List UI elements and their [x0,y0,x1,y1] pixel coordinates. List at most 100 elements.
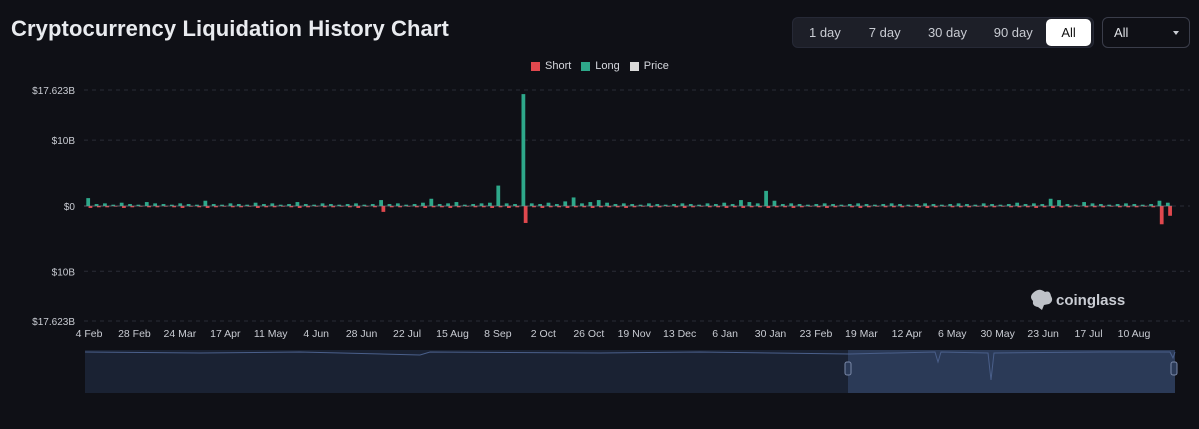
x-tick-label: 4 Feb [76,328,103,340]
long-bar[interactable] [755,203,760,206]
long-bar[interactable] [546,202,551,206]
x-tick-label: 15 Aug [436,328,469,340]
long-bar[interactable] [1082,202,1087,206]
navigator-left-handle[interactable] [844,361,852,376]
long-bar[interactable] [1032,203,1036,206]
long-bar[interactable] [228,203,233,206]
x-tick-label: 23 Feb [800,328,833,340]
x-tick-label: 24 Mar [164,328,197,340]
x-tick-label: 11 May [254,328,288,340]
x-tick-label: 4 Jun [303,328,329,340]
long-bar[interactable] [1124,203,1128,206]
x-tick-label: 10 Aug [1118,328,1151,340]
long-bar[interactable] [605,202,609,206]
coinglass-wordmark: coinglass [1056,292,1125,309]
long-bar[interactable] [739,200,743,206]
y-axis: $17.623B $10B $0 $10B $17.623B [32,86,75,328]
long-bar[interactable] [789,203,794,206]
long-bar[interactable] [488,202,492,206]
long-bar[interactable] [1165,202,1170,206]
long-bar[interactable] [981,203,986,206]
long-bar[interactable] [529,203,534,206]
x-tick-label: 8 Sep [484,328,512,340]
long-bar[interactable] [270,203,275,206]
long-bar[interactable] [647,203,651,206]
long-bar[interactable] [1057,200,1061,206]
long-bar[interactable] [680,203,685,206]
short-bar[interactable] [381,206,386,212]
coinglass-icon [1031,289,1053,310]
navigator-selection[interactable] [848,350,1175,393]
x-tick-label: 23 Jun [1027,328,1059,340]
y-tick-label: $0 [64,202,76,213]
long-bar[interactable] [1090,203,1095,206]
long-bar[interactable] [822,203,827,206]
long-bar[interactable] [178,203,183,206]
short-bar[interactable] [1159,206,1164,225]
x-tick-label: 28 Jun [346,328,378,340]
long-bar[interactable] [203,200,208,206]
long-bar[interactable] [504,203,509,206]
x-tick-label: 13 Dec [663,328,696,340]
long-bar[interactable] [563,201,568,206]
long-bar[interactable] [764,190,768,206]
x-axis: 4 Feb 28 Feb 24 Mar 17 Apr 11 May 4 Jun 28 Jun… [76,328,1151,340]
x-tick-label: 30 May [980,328,1015,340]
long-bar[interactable] [103,203,107,206]
long-bar[interactable] [354,203,358,206]
x-tick-label: 12 Apr [892,328,923,340]
liquidation-chart: $17.623B $10B $0 $10B $17.623B 4 Feb 28 Feb 24… [32,86,1190,393]
long-bar[interactable] [119,202,124,206]
long-bar[interactable] [253,202,258,206]
long-bar[interactable] [421,202,425,206]
long-bar[interactable] [379,200,383,206]
long-bar[interactable] [496,185,501,206]
long-bar[interactable] [521,94,526,206]
x-tick-label: 26 Oct [573,328,604,340]
long-bar[interactable] [479,203,484,206]
long-bar[interactable] [923,203,927,206]
long-bar[interactable] [1048,198,1053,206]
long-bar[interactable] [1015,202,1020,206]
long-bar[interactable] [446,203,450,206]
long-bar[interactable] [596,200,601,206]
x-tick-label: 30 Jan [755,328,787,340]
long-bar[interactable] [144,202,149,206]
range-navigator[interactable] [84,350,1178,393]
long-bar[interactable] [429,198,434,206]
long-bar[interactable] [580,203,584,206]
long-bar[interactable] [1157,200,1162,206]
long-bar[interactable] [588,202,593,206]
long-bar[interactable] [454,202,459,206]
long-bar[interactable] [856,203,861,206]
long-bar[interactable] [956,203,961,206]
y-tick-label: $17.623B [32,86,75,97]
y-tick-label: $10B [52,136,76,147]
coinglass-logo: coinglass [1031,289,1125,310]
x-tick-label: 22 Jul [393,328,421,340]
short-bar[interactable] [1168,206,1172,216]
x-tick-label: 19 Mar [845,328,878,340]
x-tick-label: 6 May [938,328,967,340]
long-bar[interactable] [889,203,894,206]
long-bar[interactable] [621,203,626,206]
long-bar[interactable] [705,203,710,206]
long-bar[interactable] [320,203,325,206]
long-bar[interactable] [747,202,752,206]
long-bar[interactable] [295,202,300,206]
x-tick-label: 6 Jan [712,328,738,340]
bars-layer [84,94,1172,225]
long-bar[interactable] [772,200,777,206]
short-bar[interactable] [523,206,528,223]
long-bar[interactable] [395,203,400,206]
long-bar[interactable] [153,203,158,206]
long-bar[interactable] [571,197,576,206]
y-tick-label: $17.623B [32,317,75,328]
y-tick-label: $10B [52,267,76,278]
x-tick-label: 17 Jul [1075,328,1103,340]
x-tick-label: 2 Oct [531,328,556,340]
navigator-right-handle[interactable] [1170,361,1178,376]
x-tick-label: 17 Apr [210,328,241,340]
long-bar[interactable] [722,202,727,206]
long-bar[interactable] [86,198,91,206]
